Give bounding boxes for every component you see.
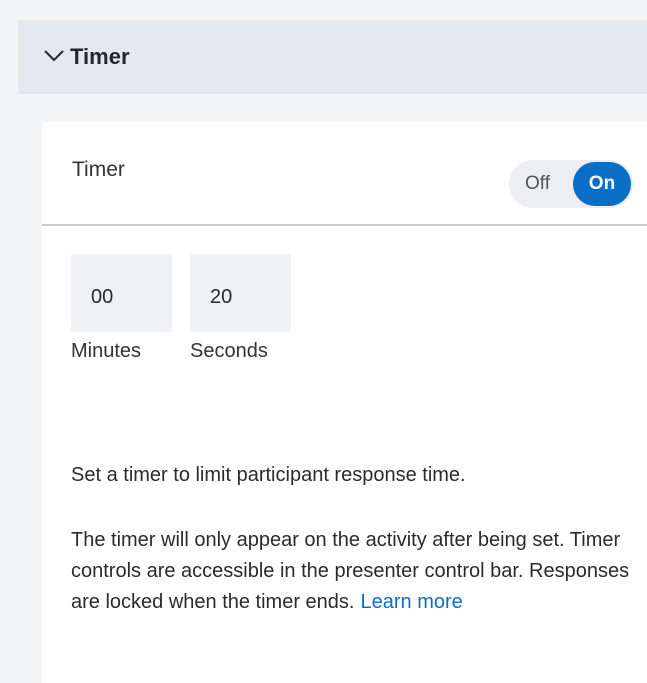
seconds-label: Seconds: [190, 340, 268, 362]
toggle-on-option[interactable]: On: [573, 162, 631, 206]
minutes-label: Minutes: [71, 340, 142, 362]
timer-settings-page: Timer Timer Off On 00 20 Minutes Seconds…: [0, 0, 647, 683]
timer-section-header[interactable]: Timer: [18, 20, 647, 94]
seconds-input[interactable]: 20: [190, 254, 291, 332]
section-title: Timer: [70, 44, 130, 69]
minutes-input[interactable]: 00: [71, 254, 172, 332]
toggle-off-option[interactable]: Off: [525, 173, 550, 195]
timer-toggle-row: Timer Off On: [42, 122, 647, 226]
timer-details-text: The timer will only appear on the activi…: [71, 529, 630, 613]
timer-toggle[interactable]: Off On: [509, 160, 633, 208]
timer-card: Timer Off On 00 20 Minutes Seconds Set a…: [42, 122, 647, 683]
learn-more-link[interactable]: Learn more: [361, 591, 463, 613]
timer-label: Timer: [72, 158, 125, 181]
chevron-down-icon: [44, 50, 66, 64]
timer-details: The timer will only appear on the activi…: [71, 525, 646, 618]
timer-description: Set a timer to limit participant respons…: [71, 464, 466, 486]
